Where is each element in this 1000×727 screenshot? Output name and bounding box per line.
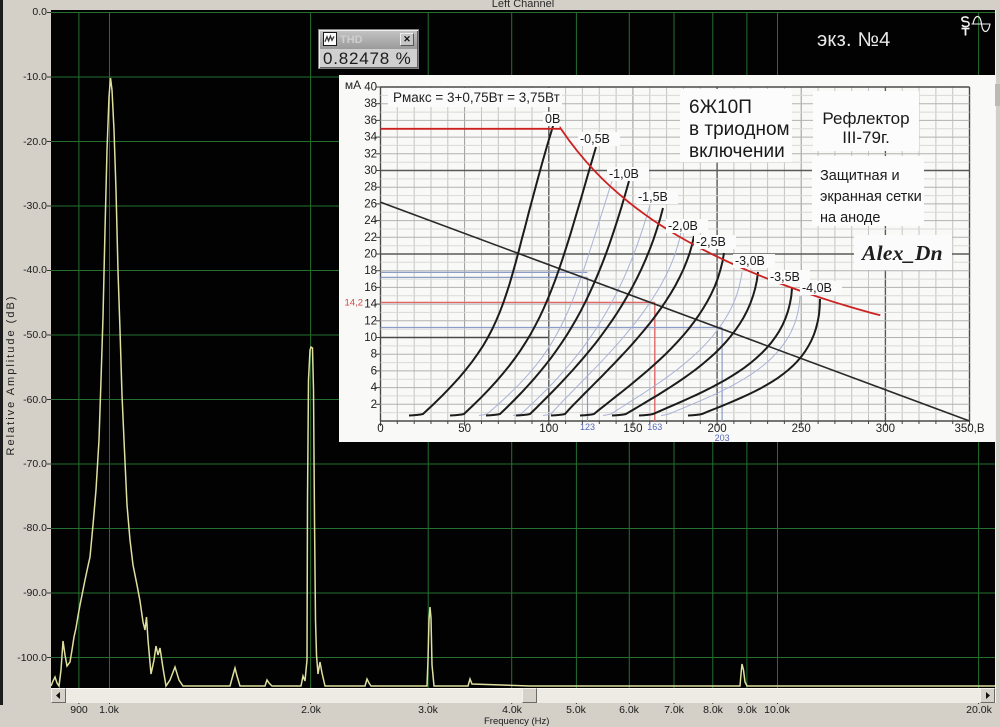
svg-text:350,B: 350,B — [954, 423, 984, 435]
svg-text:-4,0B: -4,0B — [802, 281, 832, 295]
svg-text:6: 6 — [371, 365, 377, 377]
svg-text:300: 300 — [876, 423, 895, 435]
svg-text:-1,5B: -1,5B — [638, 190, 668, 204]
svg-text:на аноде: на аноде — [820, 210, 880, 226]
svg-text:150: 150 — [623, 423, 642, 435]
svg-text:24: 24 — [364, 215, 377, 227]
svg-text:-2,0B: -2,0B — [668, 219, 698, 233]
svg-text:0: 0 — [377, 423, 383, 435]
svg-text:14,2: 14,2 — [345, 297, 364, 308]
svg-text:4: 4 — [371, 382, 378, 394]
svg-text:36: 36 — [364, 115, 377, 127]
svg-text:22: 22 — [364, 232, 377, 244]
svg-text:30: 30 — [364, 165, 377, 177]
svg-text:20: 20 — [364, 249, 377, 261]
svg-text:40: 40 — [364, 82, 377, 94]
svg-text:250: 250 — [792, 423, 811, 435]
svg-text:III-79г.: III-79г. — [842, 128, 890, 147]
svg-text:6Ж10П: 6Ж10П — [689, 97, 752, 118]
svg-text:16: 16 — [364, 282, 377, 294]
svg-text:203: 203 — [715, 433, 730, 442]
svg-text:-0,5B: -0,5B — [580, 132, 610, 146]
svg-text:26: 26 — [364, 198, 377, 210]
svg-text:-3,5B: -3,5B — [770, 270, 800, 284]
svg-text:18: 18 — [364, 265, 377, 277]
svg-text:Рефлектор: Рефлектор — [822, 109, 909, 128]
svg-text:-1,0B: -1,0B — [609, 167, 639, 181]
svg-text:-2,5B: -2,5B — [696, 235, 726, 249]
svg-text:123: 123 — [580, 422, 595, 432]
svg-text:32: 32 — [364, 148, 377, 160]
svg-text:50: 50 — [458, 423, 471, 435]
svg-text:Alex_Dn: Alex_Dn — [860, 241, 943, 265]
svg-text:0B: 0B — [545, 112, 560, 126]
svg-text:100: 100 — [539, 423, 558, 435]
svg-text:10: 10 — [364, 332, 377, 344]
svg-text:мA: мA — [345, 78, 361, 92]
svg-text:34: 34 — [364, 132, 377, 144]
svg-text:28: 28 — [364, 182, 377, 194]
svg-text:12: 12 — [364, 315, 377, 327]
svg-text:в триодном: в триодном — [689, 119, 790, 140]
svg-text:-3,0B: -3,0B — [735, 254, 765, 268]
svg-text:экранная сетки: экранная сетки — [820, 189, 922, 205]
svg-text:Pмакс = 3+0,75Вт = 3,75Вт: Pмакс = 3+0,75Вт = 3,75Вт — [393, 90, 560, 105]
svg-text:14: 14 — [364, 299, 377, 311]
svg-text:163: 163 — [647, 422, 662, 432]
svg-text:2: 2 — [371, 399, 377, 411]
svg-text:8: 8 — [371, 349, 377, 361]
svg-text:Защитная и: Защитная и — [820, 168, 900, 184]
svg-text:включении: включении — [689, 141, 785, 162]
svg-text:38: 38 — [364, 98, 377, 110]
